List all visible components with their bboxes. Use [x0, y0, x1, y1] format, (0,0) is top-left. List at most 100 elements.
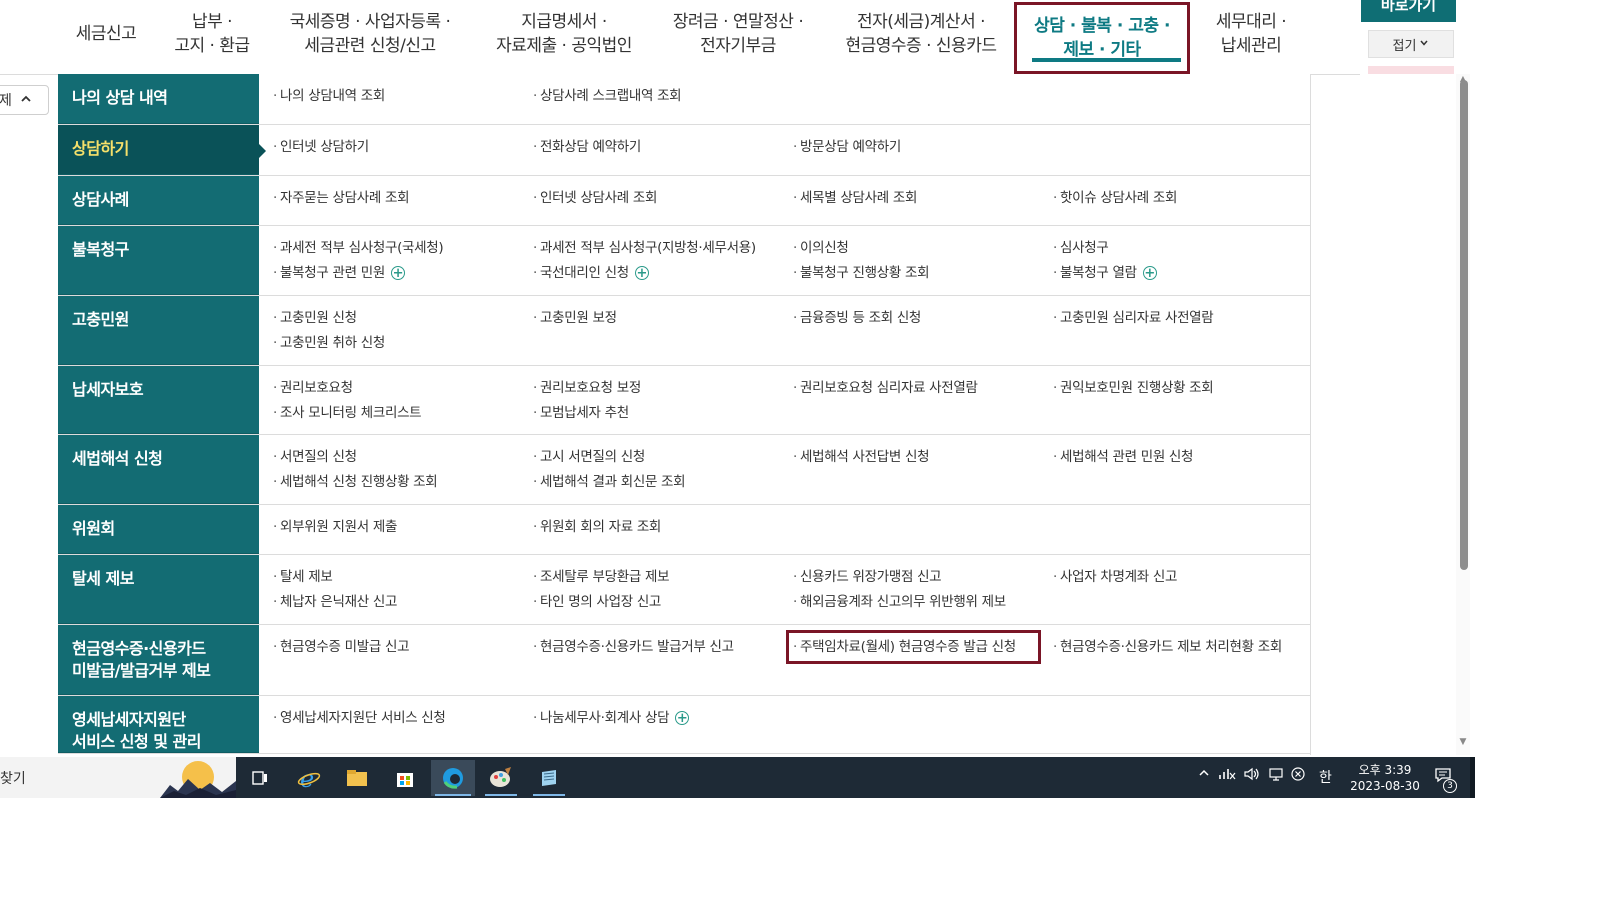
nav-payment[interactable]: 납부 · 고지 · 환급 — [160, 6, 264, 62]
menu-link[interactable]: · 모범납세자 추천 — [533, 402, 629, 424]
menu-link[interactable]: · 권리보호요청 보정 — [533, 377, 641, 399]
expand-plus-icon[interactable]: + — [675, 711, 690, 725]
menu-link[interactable]: · 인터넷 상담하기 — [273, 136, 369, 158]
store-icon[interactable] — [385, 760, 425, 796]
menu-link[interactable]: · 권리보호요청 심리자료 사전열람 — [793, 377, 978, 399]
tray-overflow-icon[interactable] — [1198, 767, 1210, 783]
internet-explorer-icon[interactable]: e — [289, 760, 329, 796]
task-view-icon[interactable] — [240, 760, 280, 796]
menu-link[interactable]: · 해외금융계좌 신고의무 위반행위 제보 — [793, 591, 1006, 613]
notepad-icon[interactable] — [529, 760, 569, 796]
menu-link[interactable]: · 체납자 은닉재산 신고 — [273, 591, 397, 613]
status-x-icon[interactable] — [1291, 767, 1305, 785]
menu-link[interactable]: · 권리보호요청 — [273, 377, 353, 399]
menu-link[interactable]: · 세목별 상담사례 조회 — [793, 187, 917, 209]
menu-link[interactable]: · 고충민원 심리자료 사전열람 — [1053, 307, 1214, 329]
menu-link[interactable]: · 영세납세자지원단 서비스 신청 — [273, 707, 446, 729]
menu-link[interactable]: · 조사 모니터링 체크리스트 — [273, 402, 422, 424]
menu-link[interactable]: · 세법해석 결과 회신문 조회 — [533, 471, 686, 493]
scrollbar-thumb[interactable] — [1460, 80, 1468, 570]
menu-link[interactable]: · 조세탈루 부당환급 제보 — [533, 566, 669, 588]
menu-link[interactable]: · 고시 서면질의 신청 — [533, 446, 645, 468]
menu-link[interactable]: · 핫이슈 상담사례 조회 — [1053, 187, 1177, 209]
bullet-dot: · — [273, 569, 277, 585]
menu-category[interactable]: 현금영수증·신용카드 미발급/발급거부 제보 — [58, 625, 259, 695]
menu-link[interactable]: · 방문상담 예약하기 — [793, 136, 901, 158]
menu-link[interactable]: · 권익보호민원 진행상황 조회 — [1053, 377, 1214, 399]
menu-link[interactable]: · 과세전 적부 심사청구(지방청·세무서용) — [533, 237, 756, 259]
menu-link[interactable]: · 사업자 차명계좌 신고 — [1053, 566, 1177, 588]
menu-link[interactable]: · 고충민원 취하 신청 — [273, 332, 385, 354]
menu-link[interactable]: · 불복청구 진행상황 조회 — [793, 262, 929, 284]
menu-link[interactable]: · 나의 상담내역 조회 — [273, 85, 385, 107]
menu-link[interactable]: · 인터넷 상담사례 조회 — [533, 187, 657, 209]
menu-link[interactable]: · 국선대리인 신청 + — [533, 262, 649, 284]
menu-category[interactable]: 상담사례 — [58, 176, 259, 225]
menu-link[interactable]: · 서면질의 신청 — [273, 446, 357, 468]
menu-link[interactable]: · 탈세 제보 — [273, 566, 333, 588]
collapse-button[interactable]: 접기 — [1368, 30, 1454, 58]
show-desktop-button[interactable] — [1470, 757, 1475, 798]
menu-link[interactable]: · 현금영수증·신용카드 제보 처리현황 조회 — [1053, 636, 1282, 658]
volume-icon[interactable] — [1243, 767, 1261, 785]
left-panel-toggle[interactable]: 제 — [0, 85, 49, 115]
menu-link-label: 권리보호요청 보정 — [540, 380, 641, 396]
bullet-dot: · — [793, 190, 797, 206]
bullet-dot: · — [793, 265, 797, 281]
menu-link[interactable]: · 상담사례 스크랩내역 조회 — [533, 85, 682, 107]
highlight-box — [786, 630, 1041, 664]
menu-link[interactable]: · 불복청구 관련 민원 + — [273, 262, 405, 284]
menu-link[interactable]: · 현금영수증 미발급 신고 — [273, 636, 409, 658]
nav-payment-statements[interactable]: 지급명세서 · 자료제출 · 공익법인 — [478, 6, 650, 62]
scroll-down-arrow[interactable]: ▼ — [1458, 737, 1468, 747]
menu-category[interactable]: 영세납세자지원단 서비스 신청 및 관리 — [58, 696, 259, 753]
nav-tax-agent[interactable]: 세무대리 · 납세관리 — [1196, 6, 1306, 62]
network-icon[interactable] — [1218, 767, 1236, 785]
nav-incentives[interactable]: 장려금 · 연말정산 · 전자기부금 — [660, 6, 816, 62]
ime-indicator[interactable]: 한 — [1319, 767, 1332, 787]
file-explorer-icon[interactable] — [337, 760, 377, 796]
menu-link[interactable]: · 자주묻는 상담사례 조회 — [273, 187, 409, 209]
menu-link[interactable]: · 현금영수증·신용카드 발급거부 신고 — [533, 636, 734, 658]
menu-category[interactable]: 납세자보호 — [58, 366, 259, 434]
menu-link[interactable]: · 세법해석 신청 진행상황 조회 — [273, 471, 438, 493]
menu-link[interactable]: · 고충민원 신청 — [273, 307, 357, 329]
menu-link[interactable]: · 세법해석 관련 민원 신청 — [1053, 446, 1193, 468]
menu-row: 나의 상담 내역 · 나의 상담내역 조회 · 상담사례 스크랩내역 조회 — [58, 74, 1310, 125]
menu-link[interactable]: · 외부위원 지원서 제출 — [273, 516, 397, 538]
menu-link[interactable]: · 불복청구 열람 + — [1053, 262, 1157, 284]
menu-category[interactable]: 탈세 제보 — [58, 555, 259, 624]
menu-category[interactable]: 위원회 — [58, 505, 259, 554]
menu-link[interactable]: · 타인 명의 사업장 신고 — [533, 591, 661, 613]
menu-category[interactable]: 불복청구 — [58, 226, 259, 295]
bullet-dot: · — [533, 569, 537, 585]
clock-date[interactable]: 2023-08-30 — [1350, 779, 1420, 793]
menu-link[interactable]: · 과세전 적부 심사청구(국세청) — [273, 237, 444, 259]
menu-category[interactable]: 나의 상담 내역 — [58, 74, 259, 124]
menu-category[interactable]: 고충민원 — [58, 296, 259, 365]
nav-tax-filing[interactable]: 세금신고 — [60, 6, 152, 62]
menu-link[interactable]: · 고충민원 보정 — [533, 307, 617, 329]
menu-link[interactable]: · 위원회 회의 자료 조회 — [533, 516, 661, 538]
menu-category-active[interactable]: 상담하기 — [58, 125, 266, 175]
paint-icon[interactable] — [481, 760, 521, 796]
expand-plus-icon[interactable]: + — [634, 266, 649, 280]
clock-time[interactable]: 오후 3:39 — [1350, 761, 1420, 778]
quick-links-button[interactable]: 바로가기 — [1361, 0, 1456, 22]
menu-link[interactable]: · 세법해석 사전답변 신청 — [793, 446, 929, 468]
expand-plus-icon[interactable]: + — [1142, 266, 1157, 280]
expand-plus-icon[interactable]: + — [390, 266, 405, 280]
menu-link[interactable]: · 전화상담 예약하기 — [533, 136, 641, 158]
display-icon[interactable] — [1268, 767, 1284, 785]
menu-link[interactable]: · 신용카드 위장가맹점 신고 — [793, 566, 942, 588]
menu-link[interactable]: · 이의신청 — [793, 237, 849, 259]
bullet-dot: · — [273, 449, 277, 465]
menu-link[interactable]: · 금융증빙 등 조회 신청 — [793, 307, 921, 329]
nav-e-invoices[interactable]: 전자(세금)계산서 · 현금영수증 · 신용카드 — [830, 6, 1012, 62]
menu-link[interactable]: · 나눔세무사·회계사 상담 + — [533, 707, 690, 729]
nav-consulting-active[interactable]: 상담 · 불복 · 고충 · 제보 · 기타 — [1014, 2, 1190, 74]
menu-link[interactable]: · 심사청구 — [1053, 237, 1109, 259]
nav-certificates[interactable]: 국세증명 · 사업자등록 · 세금관련 신청/신고 — [272, 6, 468, 62]
edge-icon[interactable] — [431, 760, 475, 796]
menu-category[interactable]: 세법해석 신청 — [58, 435, 259, 504]
